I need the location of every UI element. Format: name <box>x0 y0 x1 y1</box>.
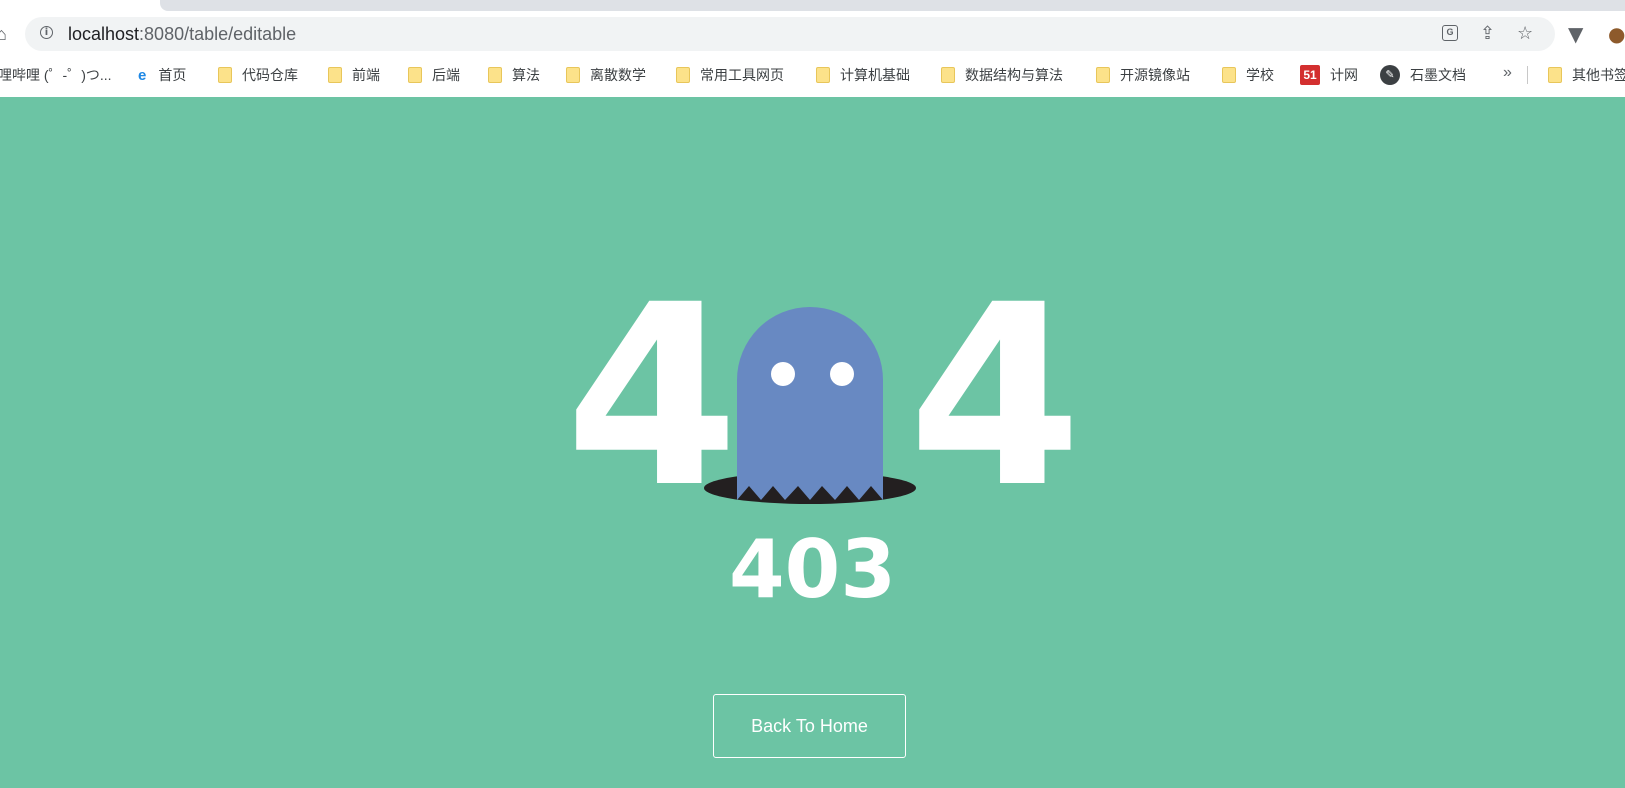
51-icon: 51 <box>1300 65 1320 85</box>
folder-icon <box>488 67 502 83</box>
bookmark-home[interactable]: e 首页 <box>138 62 186 88</box>
bookmarks-overflow-chevron[interactable]: » <box>1503 64 1512 82</box>
folder-icon <box>328 67 342 83</box>
share-icon[interactable]: ⇪ <box>1480 23 1495 44</box>
browser-chrome: ⌂ i localhost:8080/table/editable G ⇪ ☆ … <box>0 0 1625 97</box>
bookmark-school[interactable]: 学校 <box>1222 62 1274 88</box>
bookmark-frontend[interactable]: 前端 <box>328 62 380 88</box>
cookie-icon[interactable]: ● <box>1608 22 1625 46</box>
bookmark-tools[interactable]: 常用工具网页 <box>676 62 784 88</box>
bookmark-label: 后端 <box>432 67 460 83</box>
translate-icon[interactable]: G <box>1442 25 1458 41</box>
info-icon[interactable]: i <box>40 26 53 39</box>
address-bar[interactable]: i localhost:8080/table/editable G ⇪ ☆ <box>25 17 1555 51</box>
folder-icon <box>566 67 580 83</box>
bookmark-label: 前端 <box>352 67 380 83</box>
folder-icon <box>1548 67 1562 83</box>
bookmarks-separator <box>1527 66 1528 84</box>
bookmark-label: 其他书签 <box>1572 67 1625 83</box>
ghost-eye-left <box>771 362 795 386</box>
url-path: :8080/table/editable <box>139 24 297 44</box>
bookmark-bilibili[interactable]: 哩哔哩 (゜-゜)つ... <box>0 62 112 88</box>
home-icon[interactable]: ⌂ <box>0 24 7 45</box>
folder-icon <box>1096 67 1110 83</box>
ghost-eye-right <box>830 362 854 386</box>
shimo-icon: ✎ <box>1380 65 1400 85</box>
bookmark-label: 常用工具网页 <box>700 67 784 83</box>
back-to-home-button[interactable]: Back To Home <box>713 694 906 758</box>
bookmark-networks[interactable]: 51 计网 <box>1300 62 1358 88</box>
folder-icon <box>816 67 830 83</box>
folder-icon <box>218 67 232 83</box>
tab-strip <box>160 0 1625 11</box>
bookmark-shimo[interactable]: ✎ 石墨文档 <box>1380 62 1466 88</box>
folder-icon <box>408 67 422 83</box>
ghost-illustration <box>700 300 920 510</box>
bookmark-cs-basics[interactable]: 计算机基础 <box>816 62 910 88</box>
url-host: localhost <box>68 24 140 44</box>
star-icon[interactable]: ☆ <box>1517 23 1533 44</box>
bookmark-label: 学校 <box>1246 67 1274 83</box>
error-code: 403 <box>729 523 896 616</box>
folder-icon <box>676 67 690 83</box>
bookmark-label: 首页 <box>158 67 187 83</box>
folder-icon <box>941 67 955 83</box>
bookmarks-bar: 哩哔哩 (゜-゜)つ... e 首页 代码仓库 前端 后端 算法 离散数学 常用工… <box>0 62 1625 88</box>
bookmark-label: 开源镜像站 <box>1120 67 1190 83</box>
bookmark-label: 离散数学 <box>590 67 646 83</box>
vue-devtools-icon[interactable]: ▼ <box>1568 22 1583 46</box>
bookmark-label: 计算机基础 <box>840 67 910 83</box>
bookmark-label: 代码仓库 <box>242 67 298 83</box>
bookmark-mirrors[interactable]: 开源镜像站 <box>1096 62 1190 88</box>
digit-right: 4 <box>908 251 1082 542</box>
bookmark-backend[interactable]: 后端 <box>408 62 460 88</box>
bookmark-label: 哩哔哩 (゜-゜)つ... <box>0 67 112 83</box>
bookmark-label: 数据结构与算法 <box>965 67 1063 83</box>
bookmark-discrete-math[interactable]: 离散数学 <box>566 62 646 88</box>
folder-icon <box>1222 67 1236 83</box>
bookmark-label: 计网 <box>1330 67 1358 83</box>
bookmark-code-repo[interactable]: 代码仓库 <box>218 62 298 88</box>
ghost-svg <box>704 307 916 504</box>
bookmark-label: 石墨文档 <box>1410 67 1466 83</box>
bookmark-algorithms[interactable]: 算法 <box>488 62 540 88</box>
bookmark-label: 算法 <box>512 67 540 83</box>
ghost-body <box>737 307 883 500</box>
edge-icon: e <box>138 66 147 84</box>
bookmark-data-structures[interactable]: 数据结构与算法 <box>941 62 1063 88</box>
url-text[interactable]: localhost:8080/table/editable <box>68 24 296 45</box>
bookmark-other[interactable]: 其他书签 <box>1548 62 1625 88</box>
